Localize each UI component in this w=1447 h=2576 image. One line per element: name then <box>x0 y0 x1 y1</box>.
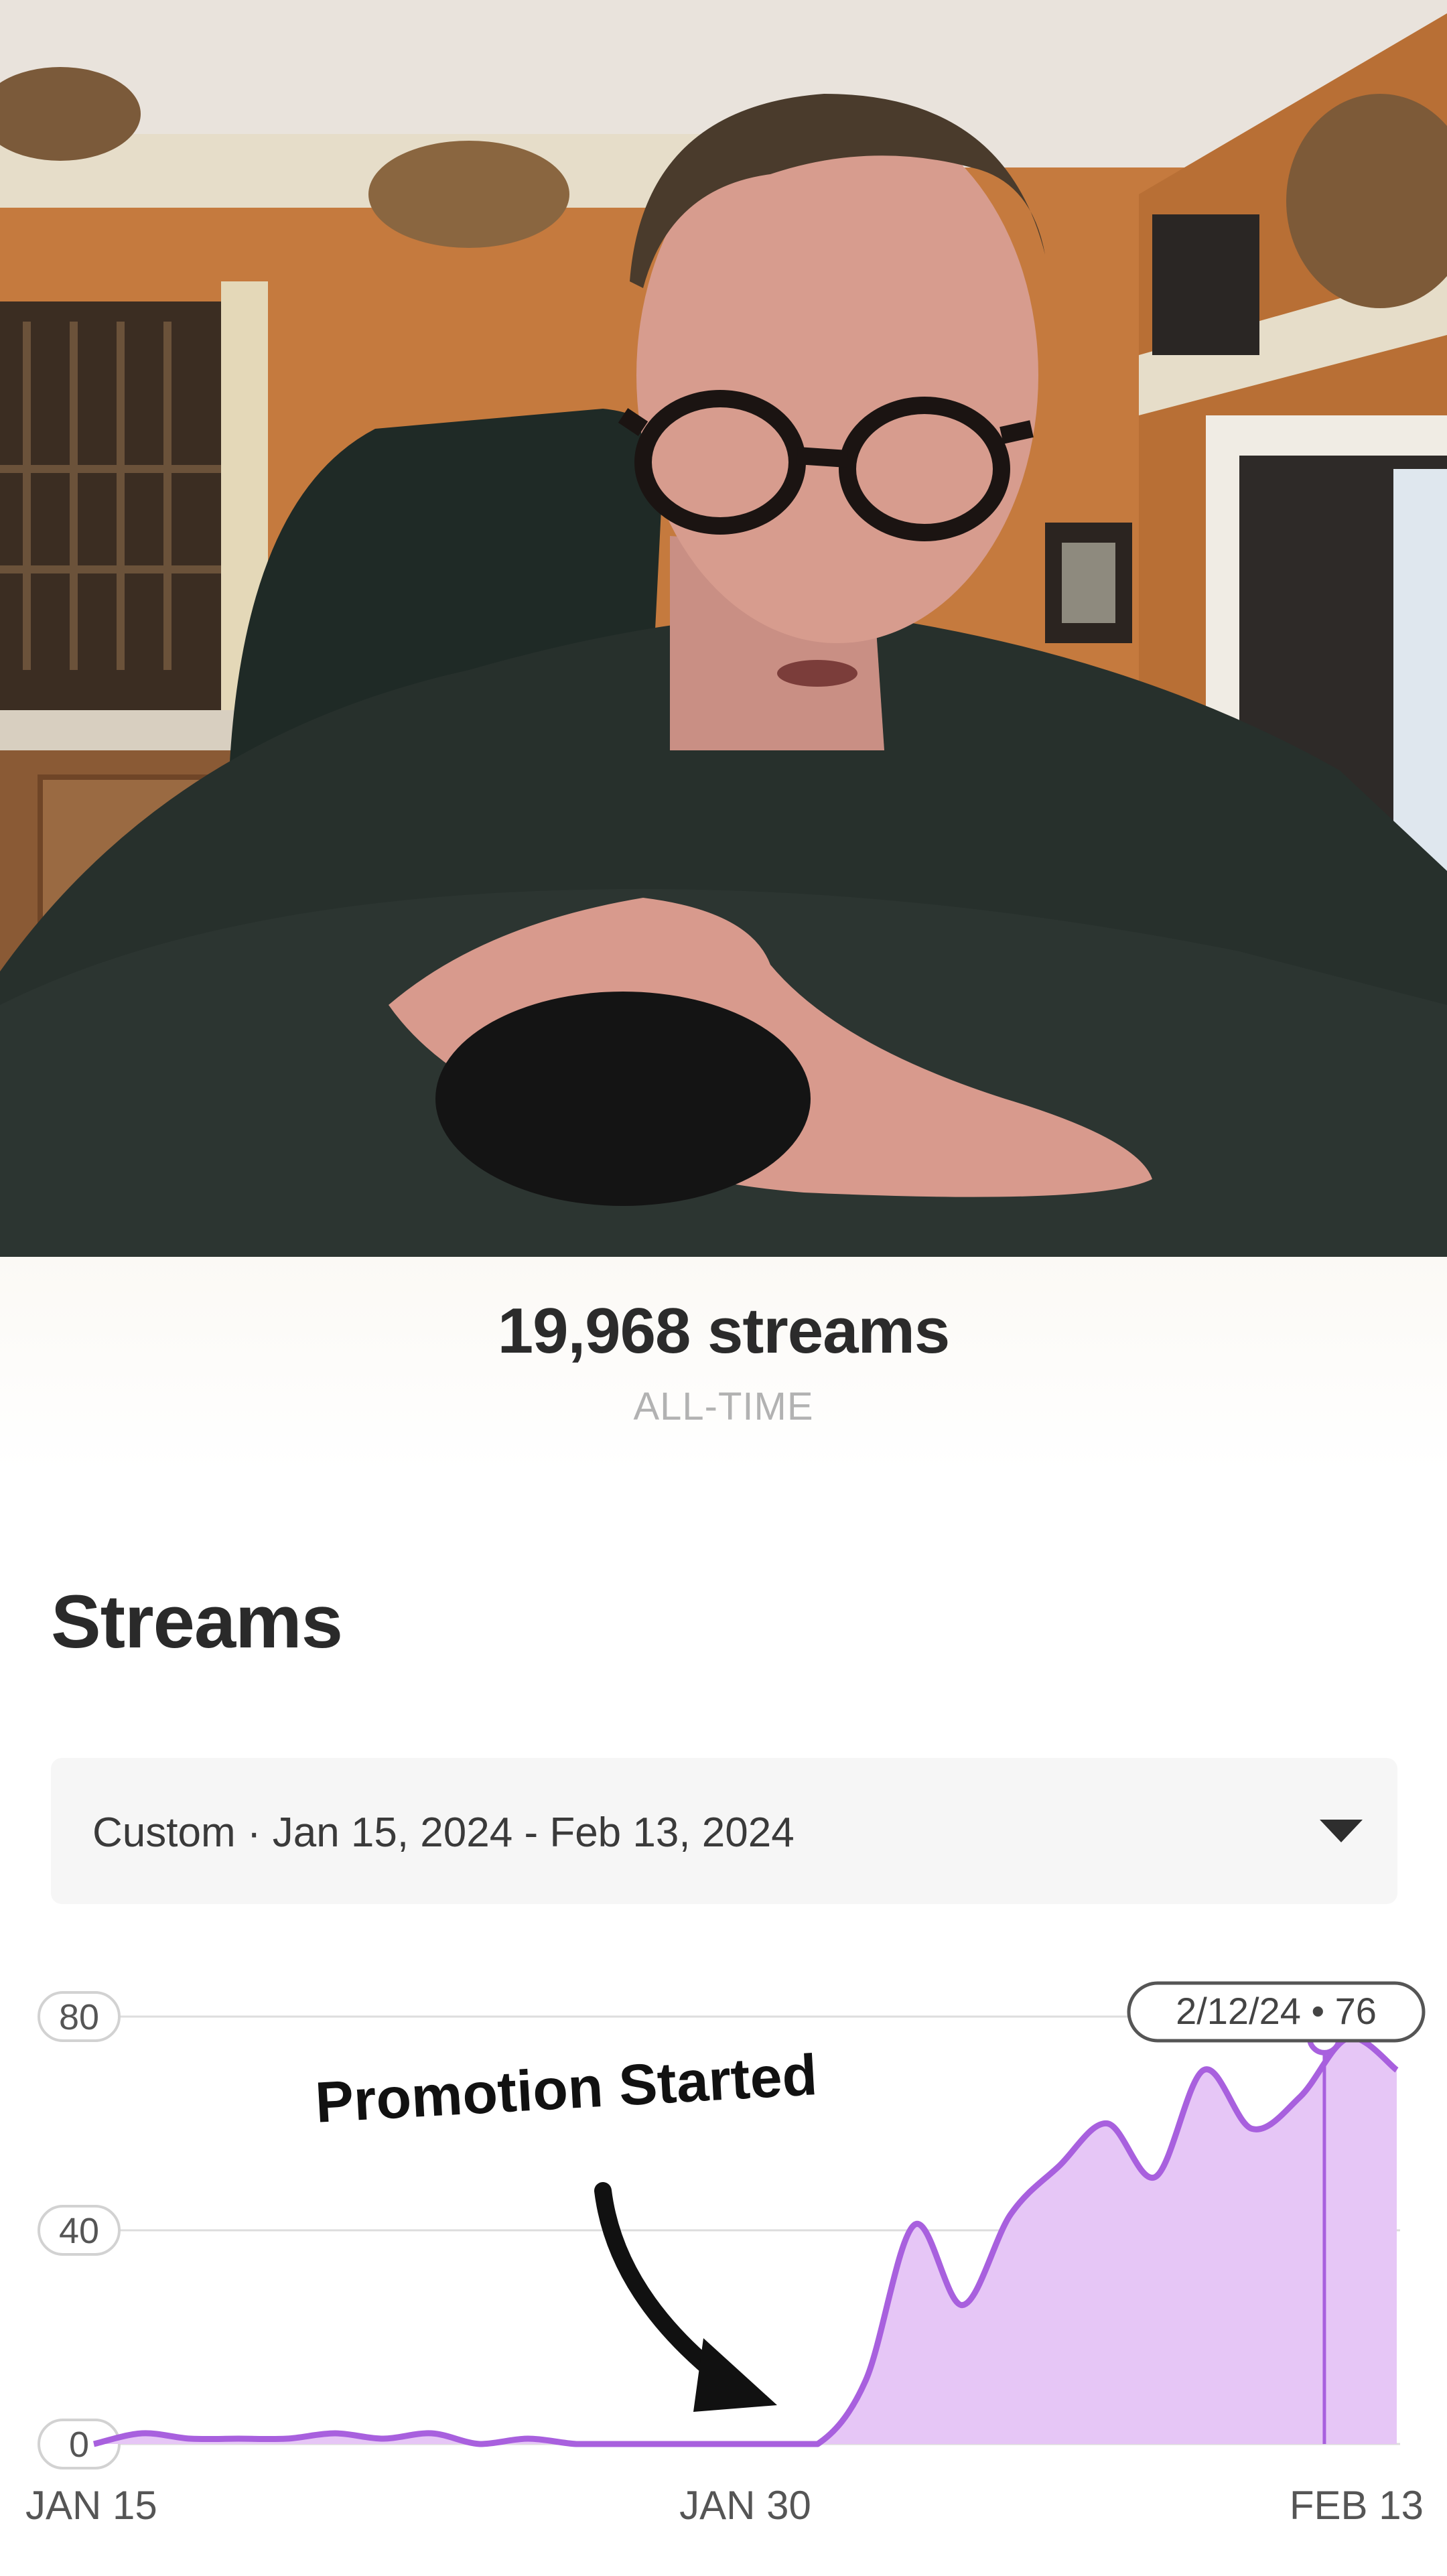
y-tick-label: 40 <box>59 2211 99 2251</box>
y-tick-label: 0 <box>69 2425 89 2465</box>
section-title: Streams <box>51 1580 343 1664</box>
x-tick-label: FEB 13 <box>1290 2483 1424 2528</box>
video-scene <box>0 0 1447 1257</box>
video-frame[interactable] <box>0 0 1447 1257</box>
total-streams-value: 19,968 streams <box>497 1295 951 1367</box>
tooltip-label: 2/12/24 • 76 <box>1176 1990 1377 2032</box>
x-tick-label: JAN 30 <box>679 2483 811 2528</box>
x-tick-label: JAN 15 <box>25 2483 157 2528</box>
y-tick-label: 80 <box>59 1997 99 2037</box>
date-range-value: Custom · Jan 15, 2024 - Feb 13, 2024 <box>92 1810 795 1856</box>
stats-panel: 19,968 streams ALL-TIME <box>0 1257 1447 1471</box>
caret-down-icon <box>1320 1820 1363 1842</box>
curved-arrow-icon <box>594 2182 777 2412</box>
total-streams-caption: ALL-TIME <box>633 1385 814 1428</box>
date-range-select[interactable]: Custom · Jan 15, 2024 - Feb 13, 2024 <box>51 1758 1397 1904</box>
